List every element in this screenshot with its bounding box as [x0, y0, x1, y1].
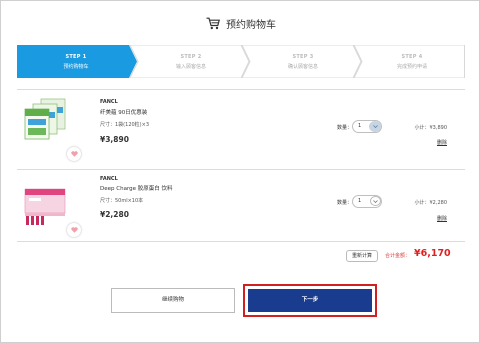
step-number: STEP 3 — [292, 54, 314, 60]
divider — [17, 241, 465, 242]
quantity-value: 1 — [358, 123, 362, 129]
favorite-button[interactable] — [67, 223, 81, 237]
product-brand: FANCL — [100, 176, 118, 182]
step-label: 确认顾客信息 — [287, 64, 318, 70]
product-price: ¥2,280 — [100, 210, 129, 219]
step-label: 输入顾客信息 — [175, 64, 206, 70]
product-brand: FANCL — [100, 99, 118, 105]
step-number: STEP 1 — [65, 54, 87, 60]
step-1: STEP 1 预约购物车 — [17, 53, 135, 72]
quantity-label: 数量： — [337, 200, 353, 206]
next-step-button[interactable]: 下一步 — [248, 289, 372, 312]
checkout-steps: STEP 1 预约购物车 STEP 2 输入顾客信息 STEP 3 确认顾客信息… — [17, 45, 465, 78]
step-number: STEP 4 — [401, 54, 423, 60]
step-2: STEP 2 输入顾客信息 — [135, 53, 247, 72]
product-spec: 尺寸：50ml×10本 — [100, 198, 144, 204]
quantity-value: 1 — [358, 198, 362, 204]
quantity-label: 数量： — [337, 125, 353, 131]
heart-icon — [70, 151, 78, 157]
chevron-down-icon[interactable] — [370, 196, 381, 206]
product-name[interactable]: Deep Charge 胶原蛋白 饮料 — [100, 184, 172, 192]
favorite-button[interactable] — [67, 147, 81, 161]
product-spec: 尺寸：1袋(120粒)×3 — [100, 122, 149, 128]
quantity-select[interactable]: 1 — [352, 195, 382, 208]
product-image[interactable] — [21, 183, 69, 229]
total-amount: ¥6,170 — [414, 248, 451, 259]
step-3: STEP 3 确认顾客信息 — [247, 53, 359, 72]
recalculate-button[interactable]: 重新计算 — [346, 250, 378, 262]
continue-shopping-button[interactable]: 继续购物 — [111, 288, 235, 313]
cart-item: FANCL Deep Charge 胶原蛋白 饮料 尺寸：50ml×10本 ¥2… — [17, 169, 465, 241]
step-4: STEP 4 完成预约申请 — [359, 53, 465, 72]
heart-icon — [70, 227, 78, 233]
total-label: 合计金额： — [385, 253, 411, 259]
step-label: 完成预约申请 — [396, 64, 427, 70]
cart-page: 预约购物车 STEP 1 预约购物车 STEP 2 输入顾客信息 STEP 3 … — [0, 0, 480, 343]
delete-link[interactable]: 删除 — [437, 139, 447, 146]
step-number: STEP 2 — [180, 54, 202, 60]
product-name[interactable]: 纤美藴 90日优惠装 — [100, 108, 147, 116]
step-label: 预约购物车 — [63, 64, 89, 70]
delete-link[interactable]: 删除 — [437, 215, 447, 222]
product-price: ¥3,890 — [100, 135, 129, 144]
item-subtotal: 小计：¥2,280 — [414, 200, 448, 206]
shopping-cart-icon — [206, 17, 220, 29]
chevron-down-icon[interactable] — [369, 121, 381, 132]
product-image[interactable] — [21, 97, 69, 143]
cart-item: FANCL 纤美藴 90日优惠装 尺寸：1袋(120粒)×3 ¥3,890 数量… — [17, 89, 465, 169]
page-header: 预约购物车 — [1, 13, 480, 33]
quantity-select[interactable]: 1 — [352, 120, 382, 133]
page-title: 预约购物车 — [226, 19, 276, 31]
item-subtotal: 小计：¥3,890 — [414, 125, 448, 131]
